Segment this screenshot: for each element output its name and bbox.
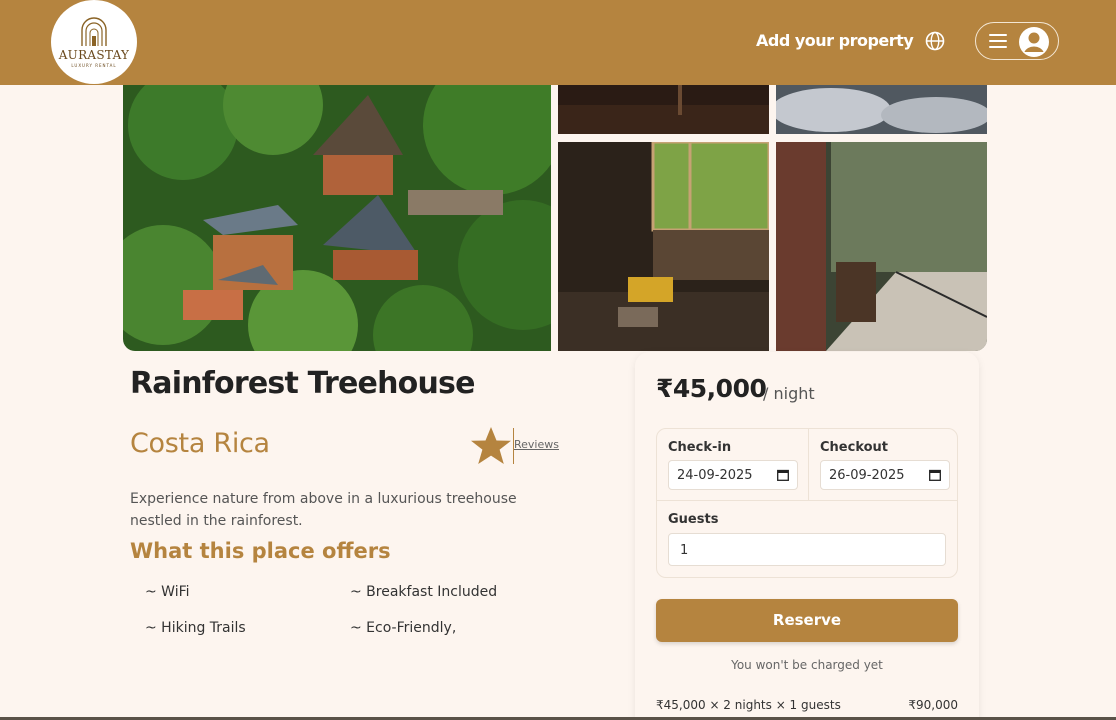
price-per-night: ₹45,000 <box>656 374 767 403</box>
checkin-date-input[interactable]: 24-09-2025 <box>668 460 798 490</box>
guests-input[interactable]: 1 <box>668 533 946 566</box>
checkout-label: Checkout <box>820 440 889 455</box>
user-avatar-icon <box>1019 27 1049 57</box>
listing-title: Rainforest Treehouse <box>130 366 475 401</box>
price-breakdown: ₹45,000 × 2 nights × 1 guests <box>656 698 841 712</box>
calendar-icon[interactable] <box>777 469 789 481</box>
rating-value: 4 <box>486 439 496 453</box>
logo-emblem-icon <box>81 16 107 46</box>
listing-description: Experience nature from above in a luxuri… <box>130 491 517 529</box>
checkout-date-value: 26-09-2025 <box>829 468 905 483</box>
amenity-item: ~ Breakfast Included <box>350 584 498 600</box>
checkin-label: Check-in <box>668 440 732 455</box>
checkout-date-input[interactable]: 26-09-2025 <box>820 460 950 490</box>
form-divider-horizontal <box>656 500 958 501</box>
amenity-item: ~ Hiking Trails <box>145 620 246 636</box>
user-menu-button[interactable] <box>975 22 1059 60</box>
price-unit: / night <box>763 384 815 403</box>
amenity-item: ~ WiFi <box>145 584 190 600</box>
charge-note: You won't be charged yet <box>731 658 883 672</box>
gallery-photo-balcony[interactable] <box>776 142 987 351</box>
logo-tagline: LUXURY RENTAL <box>71 62 117 68</box>
guests-value: 1 <box>680 543 689 558</box>
globe-icon[interactable] <box>925 31 945 51</box>
form-divider-vertical <box>808 428 809 500</box>
aurastay-logo[interactable]: AURASTAY LUXURY RENTAL <box>51 0 137 84</box>
add-property-link[interactable]: Add your property <box>756 31 914 50</box>
hamburger-menu-icon <box>989 34 1007 48</box>
logo-name: AURASTAY <box>58 47 130 62</box>
amenities-heading: What this place offers <box>130 539 391 563</box>
gallery-photo-window-room[interactable] <box>558 142 769 351</box>
price-total: ₹90,000 <box>908 698 958 712</box>
rating-badge: 4 <box>470 425 512 467</box>
calendar-icon[interactable] <box>929 469 941 481</box>
reserve-button[interactable]: Reserve <box>656 599 958 642</box>
top-navbar: AURASTAY LUXURY RENTAL Add your property <box>0 0 1116 85</box>
guests-label: Guests <box>668 512 719 527</box>
gallery-photo-floor[interactable] <box>558 85 769 134</box>
gallery-photo-bed[interactable] <box>776 85 987 134</box>
amenity-item: ~ Eco-Friendly, <box>350 620 457 636</box>
gallery-main-photo[interactable] <box>123 85 551 351</box>
reviews-link[interactable]: Reviews <box>514 438 559 451</box>
checkin-date-value: 24-09-2025 <box>677 468 753 483</box>
listing-location: Costa Rica <box>130 428 270 459</box>
photo-gallery <box>123 85 987 351</box>
